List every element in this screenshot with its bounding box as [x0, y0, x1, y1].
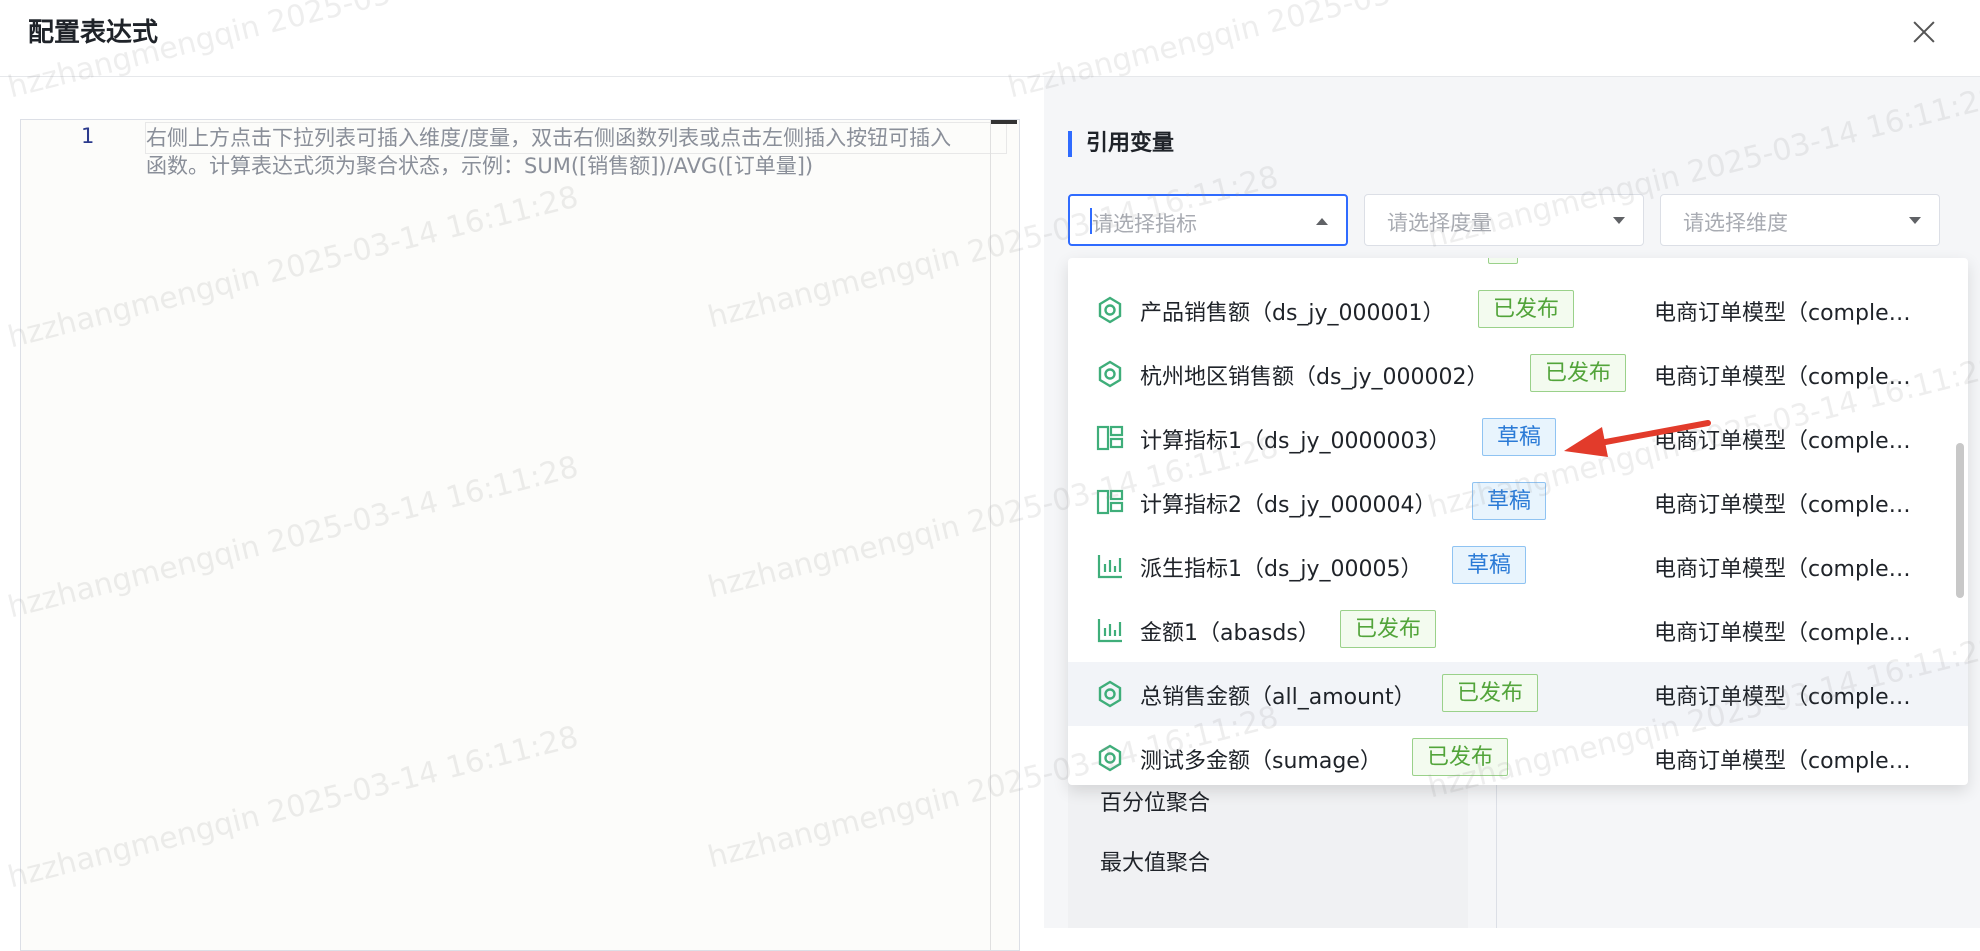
dropdown-scrollbar-thumb[interactable]	[1956, 443, 1964, 598]
status-badge: 草稿	[1472, 482, 1547, 520]
measure-select[interactable]: 请选择度量	[1364, 194, 1644, 246]
chevron-down-icon	[1909, 217, 1921, 224]
line-number: 1	[81, 124, 95, 148]
status-badge: 已发布	[1530, 354, 1627, 392]
dropdown-option[interactable]: 金额1（abasds） 已发布 电商订单模型（comple…	[1068, 598, 1968, 662]
metric-select-placeholder: 请选择指标	[1092, 212, 1197, 236]
metric-dropdown: 产品销售额（ds_jy_000001） 已发布 电商订单模型（comple… 杭州地区…	[1068, 258, 1968, 785]
status-badge: 已发布	[1442, 674, 1539, 712]
annotation-arrow-icon	[1564, 420, 1711, 457]
option-model: 电商订单模型（comple…	[1654, 301, 1911, 326]
dropdown-option[interactable]: 总销售金额（all_amount） 已发布 电商订单模型（comple…	[1068, 662, 1968, 726]
status-badge	[1488, 258, 1518, 264]
status-badge: 已发布	[1478, 290, 1575, 328]
option-name: 派生指标1（ds_jy_00005）	[1140, 557, 1423, 582]
dropdown-option-partial[interactable]	[1068, 258, 1968, 278]
editor-scrollbar[interactable]	[990, 120, 1019, 950]
gear-hex-icon	[1096, 360, 1124, 388]
status-badge: 已发布	[1340, 610, 1437, 648]
option-name: 测试多金额（sumage）	[1140, 749, 1382, 774]
calc-metric-icon	[1096, 424, 1124, 452]
option-model: 电商订单模型（comple…	[1654, 557, 1911, 582]
option-name: 产品销售额（ds_jy_000001）	[1140, 301, 1445, 326]
option-name: 总销售金额（all_amount）	[1140, 685, 1416, 710]
option-model: 电商订单模型（comple…	[1654, 365, 1911, 390]
measure-select-placeholder: 请选择度量	[1387, 211, 1492, 235]
function-item[interactable]: 百分位聚合	[1100, 785, 1210, 817]
expression-editor[interactable]: 1 右侧上方点击下拉列表可插入维度/度量，双击右侧函数列表或点击左侧插入按钮可插…	[20, 119, 1020, 951]
panel-divider	[1496, 777, 1497, 928]
dropdown-option[interactable]: 杭州地区销售额（ds_jy_000002） 已发布 电商订单模型（comple…	[1068, 342, 1968, 406]
option-model: 电商订单模型（comple…	[1654, 749, 1911, 774]
expression-editor-area: 1 右侧上方点击下拉列表可插入维度/度量，双击右侧函数列表或点击左侧插入按钮可插…	[0, 77, 1043, 951]
option-model: 电商订单模型（comple…	[1654, 685, 1911, 710]
option-model: 电商订单模型（comple…	[1654, 493, 1911, 518]
option-name: 计算指标1（ds_jy_0000003）	[1140, 429, 1451, 454]
function-list: 百分位聚合 最大值聚合	[1068, 777, 1468, 928]
calc-metric-icon	[1096, 488, 1124, 516]
dimension-select[interactable]: 请选择维度	[1660, 194, 1940, 246]
status-badge: 草稿	[1482, 418, 1557, 456]
status-badge: 已发布	[1412, 738, 1509, 776]
close-icon[interactable]	[1906, 14, 1942, 50]
dropdown-option[interactable]: 派生指标1（ds_jy_00005） 草稿 电商订单模型（comple…	[1068, 534, 1968, 598]
metric-select[interactable]: 请选择指标	[1068, 194, 1348, 246]
option-name: 杭州地区销售额（ds_jy_000002）	[1140, 365, 1489, 390]
chevron-up-icon	[1316, 218, 1328, 225]
option-name: 计算指标2（ds_jy_000004）	[1140, 493, 1437, 518]
dropdown-option[interactable]: 测试多金额（sumage） 已发布 电商订单模型（comple…	[1068, 726, 1968, 785]
gear-hex-icon	[1096, 680, 1124, 708]
dimension-select-placeholder: 请选择维度	[1683, 211, 1788, 235]
option-name: 金额1（abasds）	[1140, 621, 1320, 646]
chevron-down-icon	[1613, 217, 1625, 224]
bar-chart-icon	[1096, 552, 1124, 580]
dialog-title: 配置表达式	[28, 18, 159, 48]
gear-hex-icon	[1096, 744, 1124, 772]
dropdown-option[interactable]: 计算指标2（ds_jy_000004） 草稿 电商订单模型（comple…	[1068, 470, 1968, 534]
section-title-reference-variables: 引用变量	[1068, 131, 1174, 157]
status-badge: 草稿	[1452, 546, 1527, 584]
dialog-header: 配置表达式	[0, 0, 1980, 77]
dropdown-option[interactable]: 计算指标1（ds_jy_0000003） 草稿 电商订单模型（comple…	[1068, 406, 1968, 470]
dropdown-option[interactable]: 产品销售额（ds_jy_000001） 已发布 电商订单模型（comple…	[1068, 278, 1968, 342]
line-gutter: 1	[21, 120, 129, 950]
gear-hex-icon	[1096, 296, 1124, 324]
editor-placeholder: 右侧上方点击下拉列表可插入维度/度量，双击右侧函数列表或点击左侧插入按钮可插入函…	[146, 126, 952, 178]
scrollbar-thumb[interactable]	[991, 120, 1017, 124]
bar-chart-icon	[1096, 616, 1124, 644]
function-item[interactable]: 最大值聚合	[1100, 845, 1210, 877]
option-model: 电商订单模型（comple…	[1654, 621, 1911, 646]
